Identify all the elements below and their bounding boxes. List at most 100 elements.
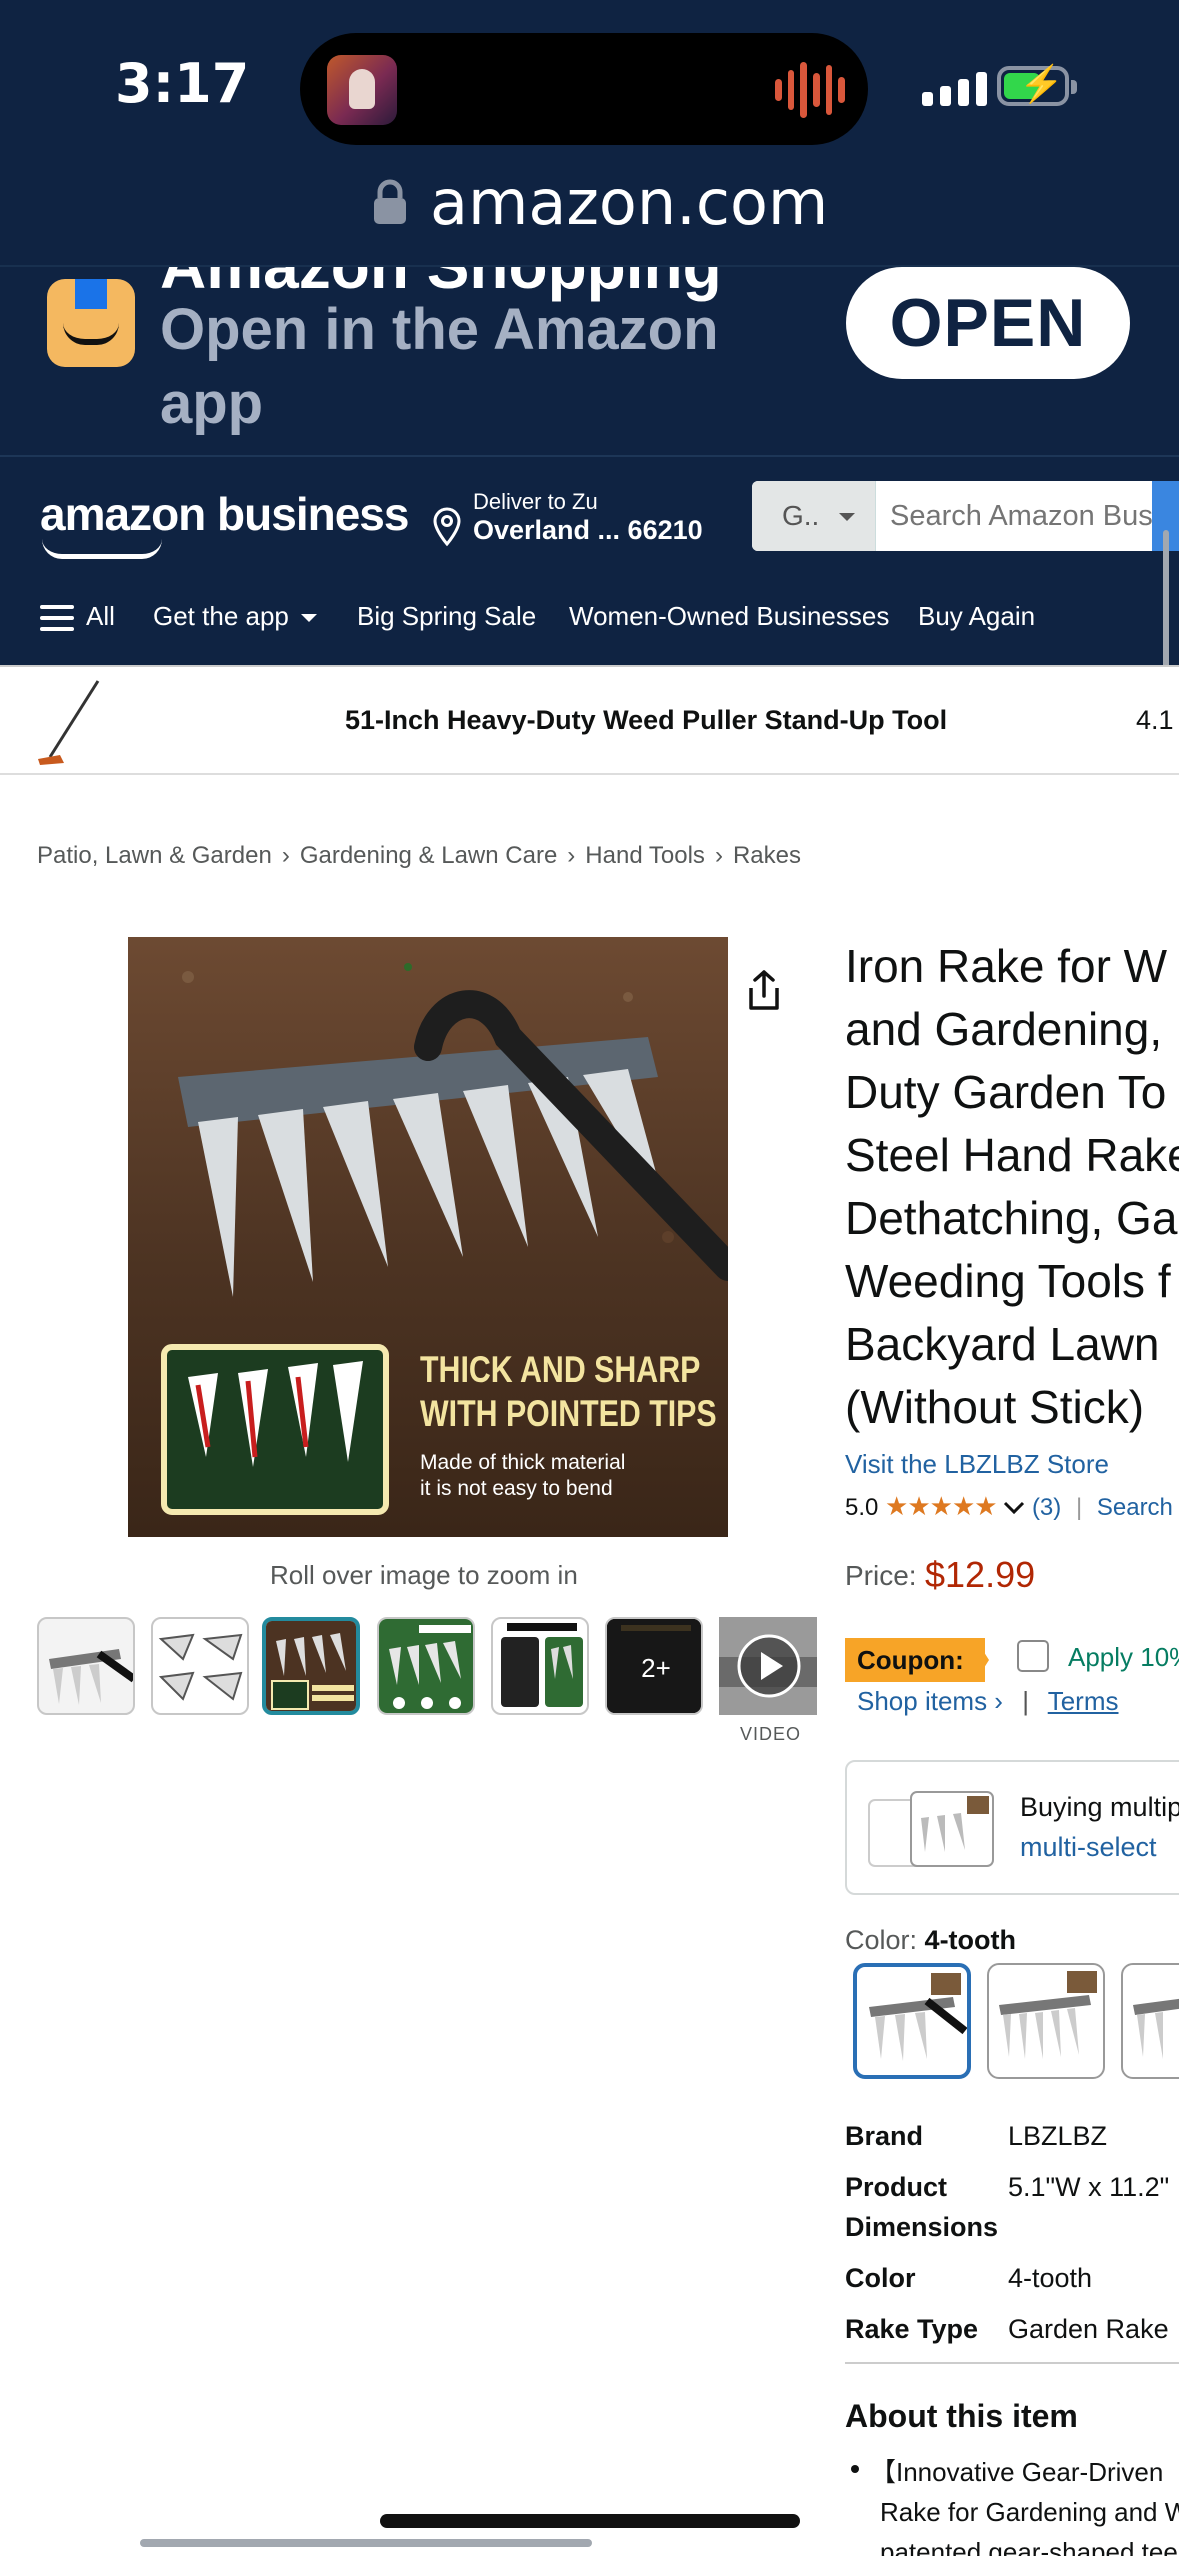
bullet-icon: [851, 2465, 859, 2473]
spec-key-rake-type: Rake Type: [845, 2314, 979, 2344]
weed-puller-thumbnail: [38, 680, 100, 765]
product-title-line: Dethatching, Ga: [845, 1192, 1178, 1244]
gallery-thumbnail[interactable]: [491, 1617, 589, 1715]
search-category-value: G..: [782, 500, 820, 531]
product-title-line: Steel Hand Rake: [845, 1129, 1179, 1181]
bulk-buy-card[interactable]: [845, 1760, 1179, 1895]
price-label: Price:: [845, 1560, 917, 1591]
coupon-badge-tip: [975, 1638, 989, 1682]
color-label: Color:: [845, 1925, 918, 1955]
product-title: Iron Rake for W and Gardening, Duty Gard…: [845, 935, 1179, 1439]
amazon-business-logo[interactable]: amazon business: [40, 487, 409, 541]
nav-all[interactable]: All: [86, 601, 115, 632]
search-reviews-link[interactable]: Search: [1097, 1494, 1173, 1521]
horizontal-scrollbar[interactable]: [140, 2539, 592, 2547]
gallery-thumbnail[interactable]: [377, 1617, 475, 1715]
gallery-thumbnail[interactable]: [37, 1617, 135, 1715]
color-swatch[interactable]: [1121, 1963, 1179, 2079]
lock-icon: [374, 179, 406, 224]
spec-key-brand: Brand: [845, 2121, 924, 2151]
image-overlay-caption-1: Made of thick material: [420, 1451, 626, 1474]
chevron-down-icon[interactable]: [1003, 1501, 1025, 1515]
search-bar: G..: [752, 481, 1179, 551]
image-overlay-headline-2: WITH POINTED TIPS: [420, 1393, 717, 1434]
image-overlay-headline-1: THICK AND SHARP: [420, 1349, 701, 1390]
about-this-item-heading: About this item: [845, 2398, 1078, 2434]
audio-waveform-icon: [775, 60, 846, 120]
nav-women-owned[interactable]: Women-Owned Businesses: [569, 601, 889, 632]
battery-charging-icon: ⚡: [997, 64, 1077, 106]
gallery-thumbnail-more[interactable]: 2+: [605, 1617, 703, 1715]
app-banner-text: Open in the Amazon app: [160, 297, 719, 436]
search-category-select[interactable]: G..: [752, 481, 876, 551]
sponsored-product-title[interactable]: 51-Inch Heavy-Duty Weed Puller Stand-Up …: [345, 705, 947, 736]
status-time: 3:17: [115, 52, 250, 115]
nav-buy-again[interactable]: Buy Again: [918, 601, 1035, 632]
price-value: $12.99: [925, 1554, 1036, 1595]
apply-coupon-label[interactable]: Apply 10%: [1068, 1642, 1179, 1673]
rake-illustration: [161, 963, 728, 1515]
deliver-to-location[interactable]: Overland ... 66210: [473, 515, 703, 546]
rating-value: 5.0: [845, 1494, 879, 1521]
terms-link[interactable]: Terms: [1048, 1686, 1119, 1716]
about-bullet: 【Innovative Gear-Driven Rake for Gardeni…: [870, 2452, 1179, 2556]
nav-get-the-app-label: Get the app: [153, 601, 289, 631]
product-title-line: Iron Rake for W: [845, 940, 1168, 992]
sponsored-product-strip[interactable]: 51-Inch Heavy-Duty Weed Puller Stand-Up …: [0, 665, 1179, 775]
amazon-shopping-app-icon: [47, 279, 135, 367]
breadcrumb-item[interactable]: Rakes: [733, 842, 801, 869]
breadcrumb-item[interactable]: Hand Tools: [585, 842, 705, 869]
gallery-thumbnail-selected[interactable]: [262, 1617, 360, 1715]
now-playing-artwork[interactable]: [327, 55, 397, 125]
rating-count-link[interactable]: (3): [1032, 1494, 1061, 1521]
search-input[interactable]: [890, 481, 1170, 551]
zoom-hint: Roll over image to zoom in: [270, 1560, 578, 1590]
color-swatch-4-tooth[interactable]: [853, 1963, 971, 2079]
spec-key-dimensions: Product Dimensions: [845, 2172, 999, 2242]
spec-value-dimensions: 5.1"W x 11.2": [1008, 2172, 1170, 2202]
spec-value-rake-type: Garden Rake: [1008, 2314, 1169, 2344]
spec-value-brand: LBZLBZ: [1008, 2121, 1108, 2151]
color-swatch[interactable]: [987, 1963, 1105, 2079]
spec-key-color: Color: [845, 2263, 916, 2293]
product-title-line: and Gardening,: [845, 1003, 1163, 1055]
product-title-line: Weeding Tools f: [845, 1255, 1171, 1307]
app-banner: Amazon Shopping Open in the Amazon app O…: [0, 265, 1179, 455]
nav-big-spring-sale[interactable]: Big Spring Sale: [357, 601, 536, 632]
breadcrumb-item[interactable]: Gardening & Lawn Care: [300, 842, 557, 869]
cellular-signal-icon: [922, 72, 987, 106]
color-value: 4-tooth: [924, 1925, 1017, 1955]
location-pin-icon[interactable]: [432, 507, 462, 547]
url-bar[interactable]: amazon.com: [430, 166, 828, 239]
breadcrumb-item[interactable]: Patio, Lawn & Garden: [37, 842, 272, 869]
product-title-line: Backyard Lawn: [845, 1318, 1160, 1370]
breadcrumb: Patio, Lawn & Garden › Gardening & Lawn Ca…: [37, 842, 801, 869]
about-line: Rake for Gardening and W: [880, 2497, 1179, 2527]
shop-items-link[interactable]: Shop items ›: [857, 1686, 1003, 1716]
apply-coupon-checkbox[interactable]: [1017, 1640, 1049, 1672]
image-overlay-caption-2: it is not easy to bend: [420, 1477, 613, 1500]
deliver-to-label[interactable]: Deliver to Zu: [473, 489, 598, 515]
hamburger-menu-icon[interactable]: [40, 605, 74, 633]
logo-smile-arrow: [42, 539, 162, 559]
store-link[interactable]: Visit the LBZLBZ Store: [845, 1449, 1109, 1480]
bulk-buy-text: Buying multiple: [1020, 1792, 1179, 1822]
chevron-down-icon: [839, 513, 855, 521]
about-line: patented gear-shaped tee: [880, 2537, 1178, 2556]
bulk-product-images: [868, 1791, 994, 1867]
video-thumbnail[interactable]: [719, 1617, 817, 1715]
multi-select-link[interactable]: multi-select: [1020, 1832, 1157, 1863]
divider: [845, 2362, 1179, 2364]
video-label: VIDEO: [740, 1724, 802, 1744]
site-header: amazon business Deliver to Zu Overland .…: [0, 455, 1179, 665]
coupon-badge: Coupon:: [845, 1638, 985, 1682]
star-rating-icon[interactable]: ★★★★★: [885, 1491, 998, 1521]
chevron-down-icon: [300, 614, 317, 623]
gallery-thumbnail[interactable]: [151, 1617, 249, 1715]
main-product-image[interactable]: THICK AND SHARP WITH POINTED TIPS Made o…: [128, 937, 728, 1537]
home-indicator[interactable]: [380, 2514, 800, 2528]
open-app-button[interactable]: OPEN: [846, 267, 1130, 379]
product-title-line: (Without Stick): [845, 1381, 1145, 1433]
share-icon[interactable]: [745, 968, 783, 1012]
nav-get-the-app[interactable]: Get the app: [153, 601, 317, 632]
